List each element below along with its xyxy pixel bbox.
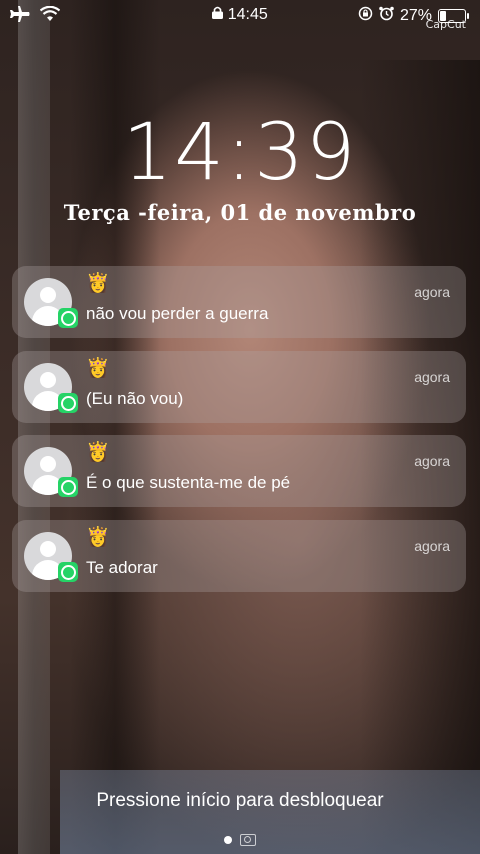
sender-emoji: 👸 [86,358,110,379]
rotation-lock-icon [358,6,373,26]
notification-time: agora [414,538,450,554]
sender-emoji: 👸 [86,442,110,463]
whatsapp-icon [58,477,78,497]
status-time: 14:45 [227,6,268,23]
lock-icon [212,6,227,23]
notification-time: agora [414,453,450,469]
sender-emoji: 👸 [86,527,110,548]
page-indicator [0,834,480,846]
notification-time: agora [414,284,450,300]
page-dot-active [224,836,232,844]
notification-message: É o que sustenta-me de pé [86,473,291,492]
status-bar: 14:45 27% CapCut [0,0,480,31]
lockscreen-date: Terça -feira, 01 de novembro [63,200,417,225]
whatsapp-icon [58,562,78,582]
capcut-watermark: CapCut [425,18,466,31]
whatsapp-icon [58,393,78,413]
notification-card[interactable]: 👸 agora (Eu não vou) [12,351,466,423]
notification-card[interactable]: 👸 agora não vou perder a guerra [12,266,466,338]
camera-page-icon[interactable] [240,834,256,846]
sender-emoji: 👸 [86,273,110,294]
lockscreen-clock: 14:39 [122,108,358,198]
notification-message: Te adorar [86,558,158,577]
unlock-hint: Pressione início para desbloquear [96,790,384,811]
notification-card[interactable]: 👸 agora Te adorar [12,520,466,592]
notification-time: agora [414,369,450,385]
notification-message: (Eu não vou) [86,389,184,408]
notification-message: não vou perder a guerra [86,304,269,323]
alarm-icon [379,6,394,26]
whatsapp-icon [58,308,78,328]
notification-card[interactable]: 👸 agora É o que sustenta-me de pé [12,435,466,507]
